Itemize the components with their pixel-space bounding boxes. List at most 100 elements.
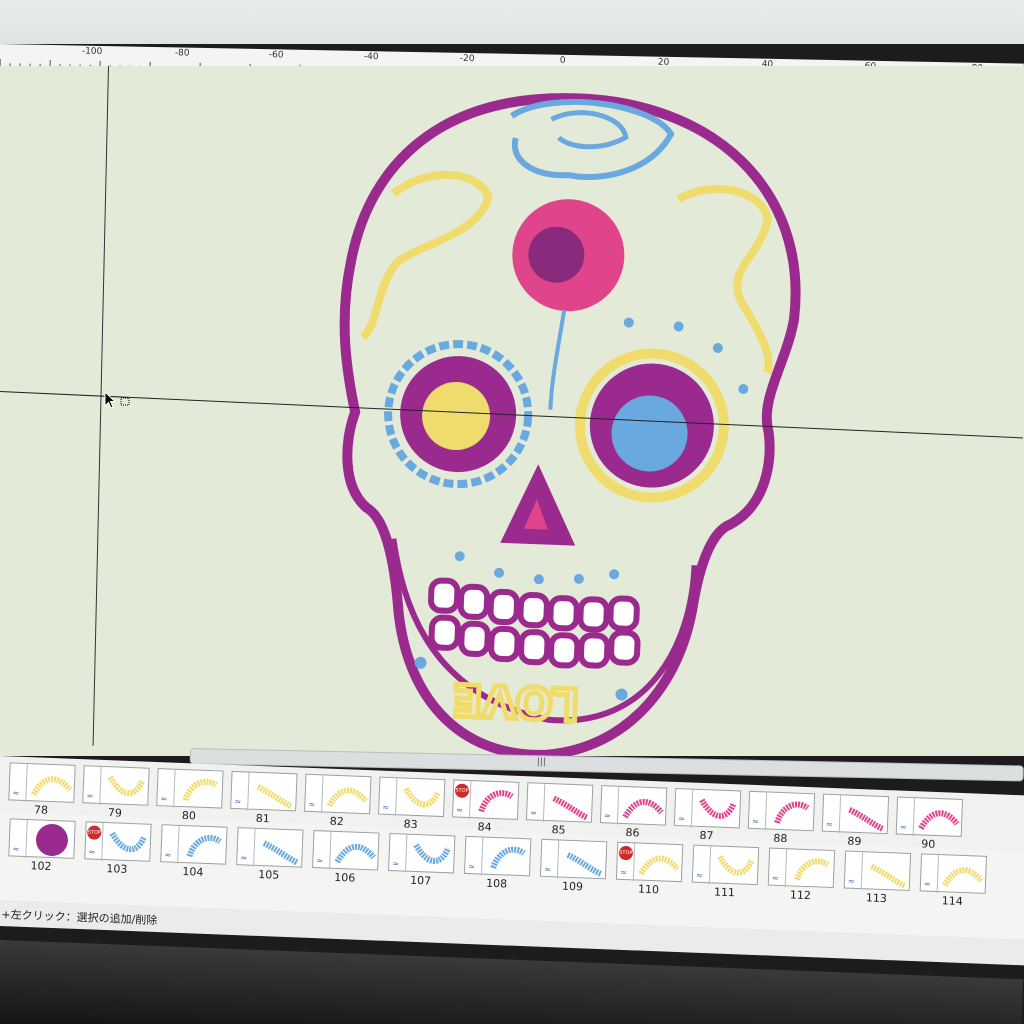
stitch-type-icon: ≈ — [392, 859, 400, 869]
stitch-thumbnail[interactable]: ≈79 — [82, 765, 150, 820]
stitch-thumbnail[interactable]: ≈81 — [230, 770, 298, 825]
stitch-thumbnail[interactable]: ≈105 — [236, 827, 304, 882]
stitch-thumbnail[interactable]: ≈112 — [767, 847, 836, 902]
thumbnail-preview[interactable]: ≈ — [304, 773, 372, 815]
thumbnail-side-panel: ≈ — [388, 834, 408, 873]
thumbnail-preview[interactable]: ≈ — [388, 832, 456, 874]
stitch-type-icon: ≈ — [308, 799, 316, 810]
thumbnail-preview[interactable]: ≈ — [230, 770, 298, 812]
thumbnail-side-panel: ≈ — [157, 769, 176, 808]
thumbnail-side-panel: ≈ — [692, 845, 712, 885]
stitch-type-icon: ≈ — [382, 802, 390, 812]
stitch-preview-icon — [918, 810, 960, 830]
thumbnail-side-panel: STOP ≈ — [616, 842, 636, 882]
stitch-thumbnail[interactable]: ≈107 — [388, 832, 456, 888]
thumbnail-side-panel: ≈ — [378, 777, 398, 817]
stitch-thumbnail[interactable]: ≈114 — [919, 853, 988, 908]
scrollbar-grip[interactable]: ||| — [537, 757, 546, 767]
stitch-preview-icon — [403, 787, 441, 808]
stitch-thumbnail[interactable]: STOP ≈84 — [451, 779, 520, 834]
thumbnail-number: 105 — [258, 867, 280, 882]
thumbnail-side-panel: STOP ≈ — [452, 780, 472, 820]
stitch-thumbnail[interactable]: ≈80 — [156, 768, 224, 823]
thumbnail-preview[interactable]: ≈ — [236, 827, 304, 868]
stitch-thumbnail[interactable]: ≈90 — [895, 796, 964, 851]
thumbnail-preview[interactable]: ≈ — [8, 818, 76, 859]
yellow-swirl-right — [676, 184, 773, 375]
thumbnail-preview[interactable]: ≈ — [82, 765, 150, 806]
stitch-type-icon: ≈ — [530, 808, 538, 818]
stitch-preview-icon — [186, 834, 222, 858]
thumbnail-side-panel: ≈ — [231, 771, 250, 811]
thumbnail-side-panel: ≈ — [920, 854, 940, 894]
thumbnail-side-panel: ≈ — [9, 819, 28, 859]
stitch-preview-icon — [334, 843, 376, 864]
thumbnail-number: 103 — [106, 862, 128, 876]
thumbnail-preview[interactable]: ≈ — [767, 847, 836, 889]
thumbnail-side-panel: ≈ — [161, 825, 180, 864]
stitch-preview-icon — [30, 776, 73, 796]
stitch-thumbnail[interactable]: ≈111 — [691, 844, 760, 899]
stitch-thumbnail[interactable]: ≈104 — [160, 824, 228, 879]
stitch-thumbnail[interactable]: STOP ≈103 — [84, 821, 152, 876]
stitch-thumbnail[interactable]: ≈89 — [821, 793, 890, 848]
stitch-type-icon: ≈ — [923, 879, 931, 889]
thumbnail-side-panel: ≈ — [83, 766, 102, 805]
thumbnail-preview[interactable]: STOP ≈ — [84, 821, 152, 862]
thumbnail-preview[interactable]: ≈ — [691, 844, 760, 886]
teeth — [427, 577, 641, 669]
stitch-preview-icon — [870, 863, 907, 889]
stitch-type-icon: ≈ — [619, 867, 628, 878]
stitch-preview-icon — [622, 798, 664, 819]
stop-icon: STOP — [618, 845, 634, 861]
stitch-thumbnail[interactable]: ≈78 — [8, 762, 76, 817]
stitch-thumbnail[interactable]: ≈87 — [673, 787, 742, 842]
thumbnail-preview[interactable]: ≈ — [919, 853, 988, 894]
stitch-type-icon: ≈ — [86, 791, 94, 801]
stitch-preview-icon — [109, 831, 147, 853]
thumbnail-preview[interactable]: ≈ — [463, 835, 532, 877]
stitch-thumbnail[interactable]: ≈102 — [8, 818, 76, 873]
yellow-swirl-left — [360, 170, 493, 341]
stitch-thumbnail[interactable]: ≈113 — [843, 850, 912, 905]
thumbnail-preview[interactable]: STOP ≈ — [615, 841, 684, 883]
stitch-type-icon: ≈ — [544, 864, 552, 875]
stitch-preview-icon — [262, 840, 299, 866]
stitch-type-icon: ≈ — [603, 811, 612, 821]
thumbnail-preview[interactable]: ≈ — [843, 850, 912, 891]
thumbnail-number: 108 — [485, 876, 508, 891]
thumbnail-number: 111 — [713, 885, 736, 900]
thumbnail-preview[interactable]: ≈ — [378, 776, 446, 818]
thumbnail-number: 104 — [182, 865, 204, 879]
thumbnail-preview[interactable]: ≈ — [8, 762, 76, 803]
stitch-preview-icon — [717, 855, 755, 876]
thumbnail-preview[interactable]: ≈ — [160, 824, 228, 865]
thumbnail-preview[interactable]: ≈ — [821, 793, 890, 835]
stitch-thumbnail[interactable]: ≈108 — [463, 835, 532, 891]
thumbnail-preview[interactable]: STOP ≈ — [451, 779, 520, 820]
stitch-thumbnail[interactable]: ≈85 — [525, 782, 594, 837]
stitch-thumbnail[interactable]: ≈88 — [747, 790, 816, 845]
thumbnail-preview[interactable]: ≈ — [747, 790, 816, 832]
thumbnail-side-panel: ≈ — [844, 851, 864, 891]
stitch-thumbnail[interactable]: ≈82 — [304, 773, 372, 828]
stitch-preview-icon — [848, 806, 885, 832]
stitch-thumbnail[interactable]: ≈109 — [539, 838, 608, 893]
thumbnail-preview[interactable]: ≈ — [599, 785, 668, 826]
stitch-thumbnail[interactable]: ≈83 — [378, 776, 446, 831]
thumbnail-preview[interactable]: ≈ — [525, 782, 594, 823]
stitch-thumbnail[interactable]: ≈106 — [312, 830, 380, 885]
thumbnail-preview[interactable]: ≈ — [895, 796, 964, 837]
stitch-type-icon: ≈ — [695, 870, 703, 881]
thumbnail-number: 113 — [865, 891, 888, 906]
thumbnail-preview[interactable]: ≈ — [539, 838, 608, 880]
stitch-type-icon: ≈ — [164, 850, 172, 860]
thumbnail-preview[interactable]: ≈ — [156, 768, 224, 809]
stitch-preview-icon — [256, 784, 293, 809]
thumbnail-preview[interactable]: ≈ — [312, 830, 380, 871]
stitch-type-icon: ≈ — [160, 794, 168, 804]
thumbnail-preview[interactable]: ≈ — [673, 787, 742, 829]
stitch-thumbnail[interactable]: ≈86 — [599, 785, 668, 840]
status-text: +左クリック：選択の追加/削除 — [1, 908, 158, 928]
stitch-thumbnail[interactable]: STOP ≈110 — [615, 841, 684, 896]
